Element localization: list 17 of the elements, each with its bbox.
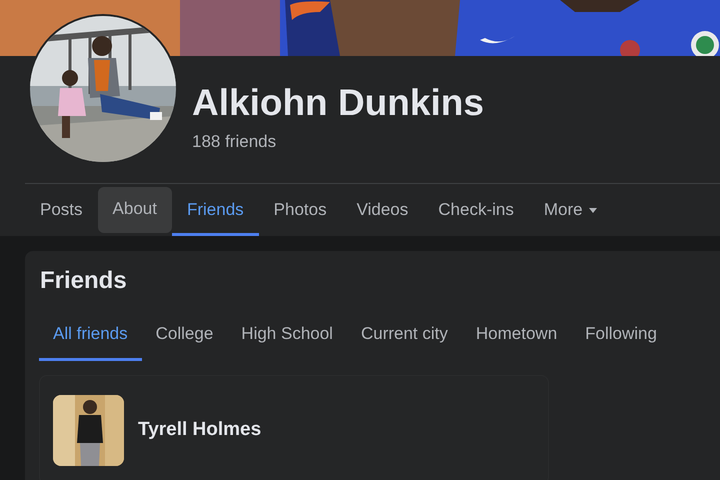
friend-count[interactable]: 188 friends (192, 132, 484, 152)
profile-tab[interactable]: Check-ins (423, 187, 529, 236)
section-title: Friends (40, 267, 128, 295)
profile-tab[interactable]: Videos (342, 187, 424, 236)
profile-tab[interactable]: Posts (25, 187, 98, 236)
profile-name: Alkiohn Dunkins (192, 81, 484, 125)
filter-tab[interactable]: High School (227, 309, 347, 361)
profile-tab[interactable]: Photos (258, 187, 342, 236)
filter-tab[interactable]: Current city (346, 309, 462, 361)
filter-tab[interactable]: Following (571, 309, 671, 361)
friend-name[interactable]: Tyrell Holmes (138, 419, 262, 441)
profile-tab[interactable]: More (528, 187, 612, 236)
profile-tab[interactable]: Friends (172, 187, 259, 236)
filter-tab[interactable]: Hometown (462, 309, 572, 361)
profile-tab[interactable]: About (98, 187, 172, 233)
filter-tab[interactable]: All friends (39, 309, 142, 361)
filter-tab[interactable]: College (142, 309, 228, 361)
